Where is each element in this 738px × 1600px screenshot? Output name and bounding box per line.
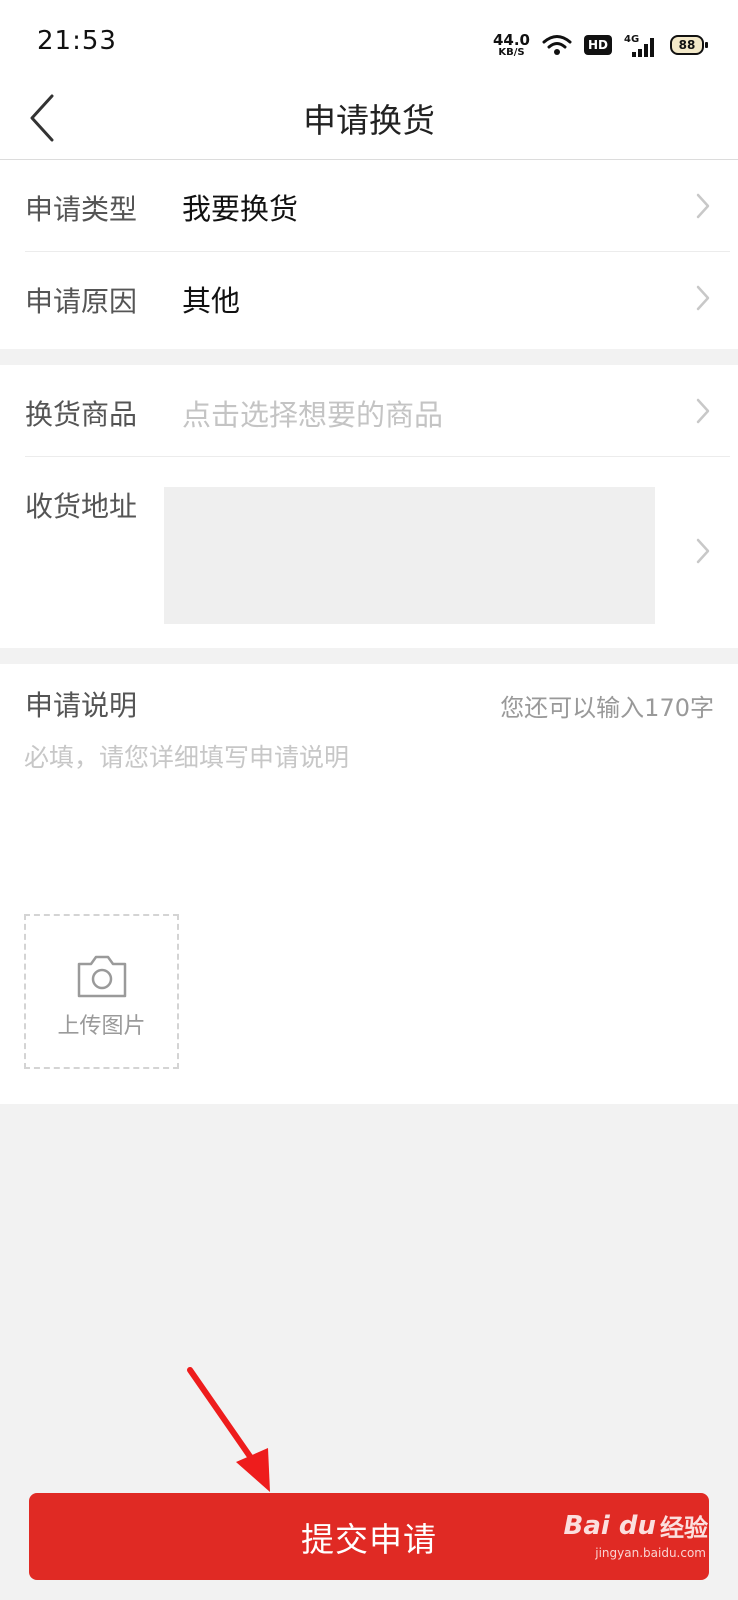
- address-content-redacted: [164, 487, 655, 624]
- type-reason-section: 申请类型 我要换货 申请原因 其他: [0, 160, 738, 349]
- apply-reason-row[interactable]: 申请原因 其他: [0, 252, 738, 344]
- description-section: 申请说明 您还可以输入170字 必填，请您详细填写申请说明 上传图片: [0, 664, 738, 1104]
- address-label: 收货地址: [25, 490, 138, 523]
- battery-icon: 88: [670, 35, 708, 55]
- top-area: 21:53 44.0 KB/S HD 4G 88 申请换货: [0, 0, 738, 160]
- apply-reason-label: 申请原因: [25, 285, 138, 318]
- watermark-url: jingyan.baidu.com: [595, 1546, 706, 1560]
- exchange-goods-label: 换货商品: [25, 398, 138, 431]
- page-title: 申请换货: [303, 101, 435, 140]
- apply-type-row[interactable]: 申请类型 我要换货: [0, 160, 738, 252]
- chevron-right-icon: [696, 398, 710, 424]
- chevron-right-icon: [696, 538, 710, 564]
- baidu-watermark: Bai du 经验 jingyan.baidu.com: [563, 1508, 708, 1561]
- char-counter: 您还可以输入170字: [500, 694, 714, 722]
- net-speed-value: 44.0: [492, 30, 530, 49]
- apply-type-value: 我要换货: [182, 192, 299, 226]
- submit-label: 提交申请: [301, 1519, 437, 1559]
- upload-image-label: 上传图片: [57, 1014, 146, 1039]
- network-type: 4G: [624, 34, 639, 45]
- nav-bar: 申请换货: [0, 80, 738, 160]
- annotation-arrow-icon: [187, 1367, 270, 1492]
- hd-badge: HD: [583, 35, 612, 55]
- wifi-icon: [542, 35, 572, 55]
- status-icons: 44.0 KB/S HD 4G 88: [492, 30, 708, 60]
- net-speed-unit: KB/S: [498, 46, 525, 58]
- description-input[interactable]: 必填，请您详细填写申请说明: [24, 738, 704, 774]
- chevron-right-icon: [696, 285, 710, 311]
- upload-image-button[interactable]: 上传图片: [24, 914, 179, 1069]
- exchange-goods-placeholder: 点击选择想要的商品: [182, 398, 444, 432]
- apply-reason-value: 其他: [182, 284, 241, 318]
- goods-address-section: 换货商品 点击选择想要的商品 收货地址: [0, 365, 738, 648]
- status-time: 21:53: [37, 26, 117, 56]
- status-bar: 21:53 44.0 KB/S HD 4G 88: [0, 0, 738, 80]
- exchange-goods-row[interactable]: 换货商品 点击选择想要的商品: [0, 365, 738, 457]
- watermark-brand: Bai du: [563, 1510, 656, 1541]
- signal-icon: 4G: [624, 34, 654, 57]
- camera-icon: [77, 955, 127, 998]
- chevron-right-icon: [696, 193, 710, 219]
- battery-level: 88: [678, 38, 696, 52]
- description-label: 申请说明: [25, 689, 138, 722]
- net-speed: 44.0 KB/S: [492, 30, 530, 58]
- watermark-cn: 经验: [660, 1514, 708, 1542]
- apply-type-label: 申请类型: [25, 193, 138, 226]
